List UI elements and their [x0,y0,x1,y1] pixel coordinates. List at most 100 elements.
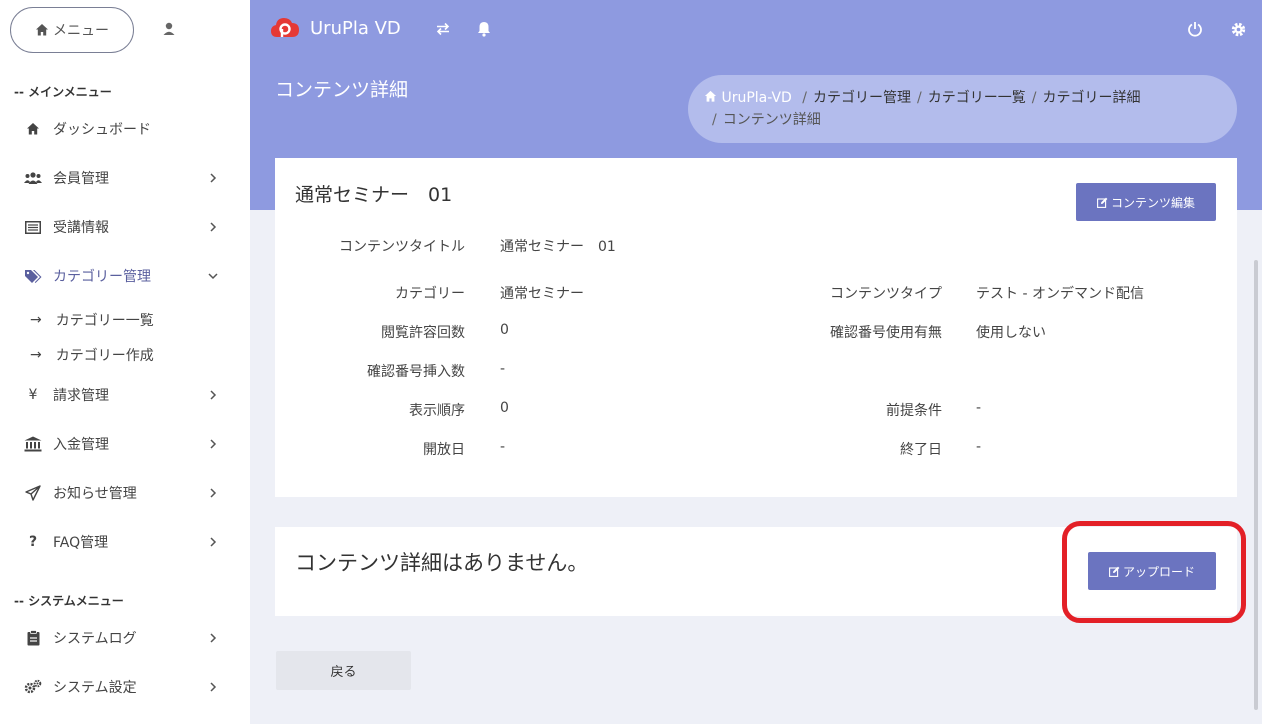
system-menu-label: -- システムメニュー [14,594,124,608]
scrollbar[interactable] [1254,260,1258,710]
menu-button-label: メニュー [53,23,109,39]
field-value: テスト - オンデマンド配信 [976,286,1144,302]
field-label: 前提条件 [886,403,942,419]
breadcrumb-separator: / [712,112,717,128]
empty-details-message: コンテンツ詳細はありません。 [295,551,589,575]
sidebar-item-system-settings[interactable]: システム設定 [0,665,250,709]
sidebar-item-notices[interactable]: お知らせ管理 [0,471,250,515]
clipboard-icon [24,629,42,647]
sidebar-item-courses[interactable]: 受講情報 [0,205,250,249]
user-icon[interactable] [160,20,178,38]
gears-icon [24,678,42,696]
question-icon: ? [28,534,38,550]
sidebar-item-billing[interactable]: ¥ 請求管理 [0,373,250,417]
sidebar-item-label: お知らせ管理 [53,486,137,502]
arrow-right-icon: → [30,312,42,328]
sidebar-subitem-category-create[interactable]: → カテゴリー作成 [30,345,154,365]
breadcrumb-item[interactable]: カテゴリー管理 [813,90,911,106]
topbar: UruPla VD [250,0,1262,58]
main-menu-label: -- メインメニュー [14,85,112,99]
content-info-card: 通常セミナー 01 コンテンツ編集 コンテンツタイトル 通常セミナー 01 カテ… [275,158,1237,497]
upload-highlight-annotation [1062,521,1246,623]
field-label: 確認番号挿入数 [367,364,465,380]
breadcrumb-home[interactable]: UruPla-VD [704,90,796,106]
sidebar-subitem-category-list[interactable]: → カテゴリー一覧 [30,310,154,330]
sidebar-item-label: 入金管理 [53,437,109,453]
edit-content-button-label: コンテンツ編集 [1110,195,1195,210]
bell-icon[interactable] [474,19,494,39]
field-value: 通常セミナー [500,286,584,302]
sidebar-item-label: システムログ [53,631,137,647]
field-value: 使用しない [976,325,1046,341]
list-icon [24,218,42,236]
content-title-heading: 通常セミナー 01 [295,184,453,206]
field-label: コンテンツタイプ [830,286,942,302]
swap-icon[interactable] [433,19,453,39]
field-value: - [976,400,982,416]
menu-button[interactable]: メニュー [10,7,134,53]
edit-icon [1097,197,1108,208]
sidebar-subitem-label: カテゴリー作成 [55,348,154,364]
sidebar-item-dashboard[interactable]: ダッシュボード [0,107,250,151]
brand[interactable]: UruPla VD [270,15,401,41]
field-label: コンテンツタイトル [339,239,465,255]
sidebar-item-label: ダッシュボード [53,122,151,138]
chevron-right-icon [206,220,220,234]
yen-icon: ¥ [28,387,38,403]
tags-icon [24,267,42,285]
arrow-right-icon: → [30,347,42,363]
chevron-right-icon [206,535,220,549]
chevron-down-icon [206,269,220,283]
field-value: - [976,439,982,455]
sidebar-item-system-log[interactable]: システムログ [0,616,250,660]
chevron-right-icon [206,680,220,694]
breadcrumb-item[interactable]: カテゴリー一覧 [928,90,1026,106]
breadcrumb-home-label: UruPla-VD [721,90,792,106]
breadcrumb-separator: / [802,90,808,106]
gear-icon[interactable] [1228,19,1248,39]
brand-logo-icon [271,18,299,37]
sidebar-item-faq[interactable]: ? FAQ管理 [0,520,250,564]
field-label: 確認番号使用有無 [830,325,942,341]
paper-plane-icon [24,484,42,502]
sidebar-item-members[interactable]: 会員管理 [0,156,250,200]
sidebar: メニュー -- メインメニュー ダッシュボード 会員管理 受講情報 カテゴリー管… [0,0,250,724]
chevron-right-icon [206,631,220,645]
field-label: 終了日 [900,442,942,458]
back-button-label: 戻る [330,665,357,680]
chevron-right-icon [206,171,220,185]
field-label: 表示順序 [409,403,465,419]
sidebar-item-label: 会員管理 [53,171,109,187]
sidebar-item-label: カテゴリー管理 [53,269,151,285]
edit-content-button[interactable]: コンテンツ編集 [1076,183,1216,221]
field-label: カテゴリー [395,286,465,302]
sidebar-item-label: FAQ管理 [53,535,109,551]
chevron-right-icon [206,486,220,500]
sidebar-item-categories[interactable]: カテゴリー管理 [0,254,250,298]
field-value: 通常セミナー 01 [500,239,616,255]
field-value: 0 [500,400,509,416]
breadcrumb: UruPla-VD / カテゴリー管理 / カテゴリー一覧 / カテゴリー詳細 / コンテン… [688,75,1237,143]
home-icon [704,90,717,102]
back-button[interactable]: 戻る [276,651,411,690]
sidebar-item-label: システム設定 [53,680,137,696]
breadcrumb-separator: / [1031,90,1037,106]
home-icon [24,120,42,138]
breadcrumb-current: コンテンツ詳細 [722,112,821,128]
field-value: - [500,439,506,455]
breadcrumb-item[interactable]: カテゴリー詳細 [1042,90,1140,106]
sidebar-subitem-label: カテゴリー一覧 [55,313,154,329]
power-icon[interactable] [1185,19,1205,39]
breadcrumb-separator: / [917,90,922,106]
field-label: 開放日 [423,442,465,458]
chevron-right-icon [206,388,220,402]
chevron-right-icon [206,437,220,451]
bank-icon [24,435,42,453]
sidebar-item-label: 請求管理 [53,388,109,404]
page-title: コンテンツ詳細 [275,79,409,101]
sidebar-item-payments[interactable]: 入金管理 [0,422,250,466]
field-value: - [500,361,506,377]
home-icon [36,24,48,36]
users-icon [24,169,42,187]
sidebar-item-label: 受講情報 [53,220,109,236]
